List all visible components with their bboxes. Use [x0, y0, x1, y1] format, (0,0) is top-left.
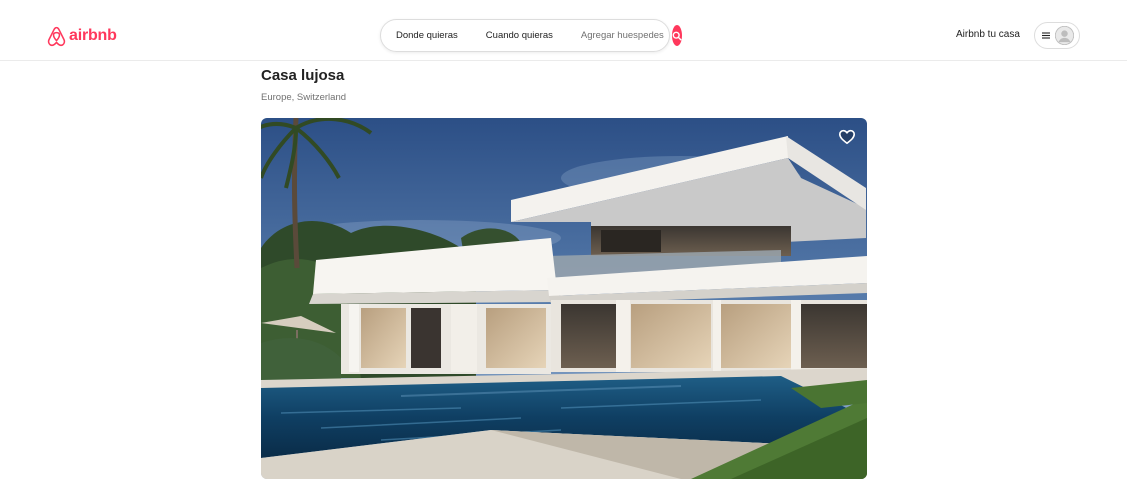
become-host-link[interactable]: Airbnb tu casa: [956, 29, 1020, 40]
airbnb-logo[interactable]: airbnb: [47, 23, 117, 49]
search-submit-button[interactable]: [671, 25, 682, 46]
search-where-button[interactable]: Donde quieras: [381, 19, 472, 52]
house-photo: [261, 118, 867, 479]
listing-photo[interactable]: [261, 118, 867, 479]
search-when-button[interactable]: Cuando quieras: [472, 19, 567, 52]
search-bar[interactable]: Donde quieras Cuando quieras Agregar hue…: [380, 19, 682, 52]
brand-name: airbnb: [69, 27, 117, 44]
listing-title: Casa lujosa: [261, 67, 345, 84]
hamburger-menu-icon: [1042, 32, 1050, 39]
listing-location: Europe, Switzerland: [261, 92, 347, 103]
user-avatar-icon: [1055, 26, 1074, 45]
search-icon: [672, 31, 682, 41]
heart-icon[interactable]: [838, 128, 856, 146]
airbnb-logo-icon: [47, 26, 66, 46]
user-menu-button[interactable]: [1034, 22, 1080, 49]
search-guests-button[interactable]: Agregar huespedes: [567, 19, 670, 52]
top-navbar: airbnb Donde quieras Cuando quieras Agre…: [0, 0, 1127, 61]
